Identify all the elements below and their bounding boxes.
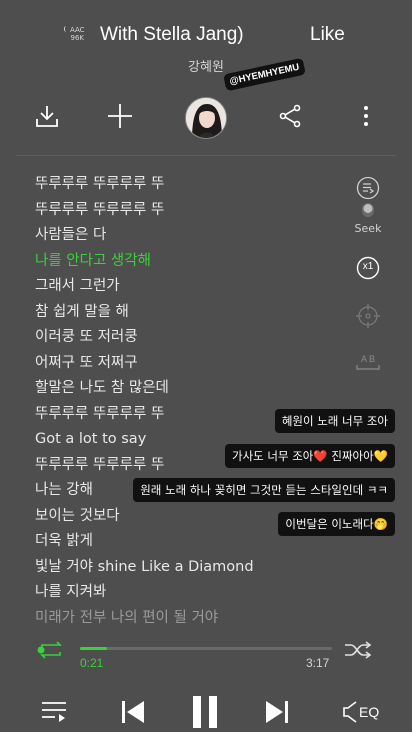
ab-bracket-icon: [356, 365, 380, 370]
shuffle-icon: [345, 641, 372, 659]
lyric-line-current[interactable]: 나를 안다고 생각해: [35, 250, 335, 276]
lyric-line[interactable]: 이러쿵 또 저러쿵: [35, 326, 335, 352]
quality-codec: AAC: [70, 26, 85, 34]
next-button[interactable]: [264, 698, 290, 726]
seek-label: Seek: [354, 222, 382, 235]
chat-bubble: 이번달은 이노래다🤭: [278, 512, 395, 536]
ab-repeat-button[interactable]: A B: [350, 354, 386, 370]
chat-bubble: 가사도 너무 조아❤️ 진짜아아💛: [225, 444, 395, 468]
repeat-icon: [37, 641, 62, 659]
more-options-button[interactable]: [346, 94, 386, 138]
header-divider: [16, 155, 396, 156]
more-vertical-icon: [364, 106, 368, 126]
lyric-line[interactable]: 어쩌구 또 저쩌구: [35, 352, 335, 378]
playback-speed-button[interactable]: x1: [350, 256, 386, 280]
seek-bar-fill: [80, 647, 107, 650]
lyric-line[interactable]: 빛날 거야 shine Like a Diamond: [35, 556, 335, 582]
download-button[interactable]: [27, 94, 67, 138]
skip-next-icon: [266, 701, 288, 723]
lyric-line[interactable]: 뚜루루루 뚜루루루 뚜: [35, 199, 335, 225]
download-icon: [36, 106, 58, 127]
artist-name[interactable]: 강혜원: [0, 56, 412, 75]
lyric-line[interactable]: 사람들은 다: [35, 224, 335, 250]
chat-bubble: 원래 노래 하나 꽂히면 그것만 듣는 스타일인데 ㅋㅋ: [133, 478, 395, 502]
speed-label: x1: [362, 261, 374, 272]
eq-label: EQ: [359, 704, 380, 720]
playlist-icon: [42, 702, 66, 722]
quality-bitrate: 96K: [70, 34, 85, 42]
seek-bar[interactable]: [80, 647, 332, 650]
song-title-marquee-next: Like: [310, 24, 345, 45]
previous-button[interactable]: [120, 698, 146, 726]
crosshair-button[interactable]: [350, 303, 386, 329]
speaker-icon: [343, 701, 357, 723]
share-button[interactable]: [270, 94, 310, 138]
lyric-line[interactable]: 그래서 그런가: [35, 275, 335, 301]
playback-controls: EQ: [0, 690, 412, 732]
seek-switch-icon: [362, 203, 374, 217]
lyric-line[interactable]: 미래가 전부 나의 편이 될 거야: [35, 607, 335, 633]
lyric-line[interactable]: 나를 지켜봐: [35, 581, 335, 607]
share-icon: [279, 104, 301, 128]
song-title: With Stella Jang): [100, 24, 244, 45]
chat-bubble: 혜원이 노래 너무 조아: [274, 409, 395, 433]
repeat-button[interactable]: [36, 640, 66, 664]
ab-label: A B: [360, 354, 375, 364]
playback-progress: 0:21 3:17: [0, 636, 412, 676]
total-time: 3:17: [306, 656, 330, 670]
equalizer-button[interactable]: EQ: [342, 700, 379, 724]
lyric-line[interactable]: 뚜루루루 뚜루루루 뚜: [35, 173, 335, 199]
seek-toggle[interactable]: Seek: [350, 176, 386, 235]
skip-previous-icon: [122, 701, 144, 723]
playlist-button[interactable]: [40, 700, 68, 724]
plus-icon: [108, 104, 132, 128]
artist-avatar[interactable]: [185, 97, 227, 139]
lyric-line[interactable]: 할말은 나도 참 많은데: [35, 377, 335, 403]
lyrics-panel[interactable]: 뚜루루루 뚜루루루 뚜 뚜루루루 뚜루루루 뚜 사람들은 다 나를 안다고 생각해 그래…: [35, 173, 335, 632]
pause-button[interactable]: [190, 694, 220, 730]
crosshair-icon: [356, 304, 380, 328]
elapsed-time: 0:21: [80, 656, 104, 670]
shuffle-button[interactable]: [344, 641, 372, 663]
seek-list-icon: [356, 176, 380, 200]
lyric-line[interactable]: 참 쉽게 말을 해: [35, 301, 335, 327]
audio-quality-badge: AAC 96K: [64, 26, 85, 42]
pause-icon: [193, 696, 217, 728]
add-to-playlist-button[interactable]: [100, 94, 140, 138]
now-playing-header: AAC 96K With Stella Jang) Like 강혜원: [0, 0, 412, 80]
artist-portrait-icon: [186, 98, 226, 138]
